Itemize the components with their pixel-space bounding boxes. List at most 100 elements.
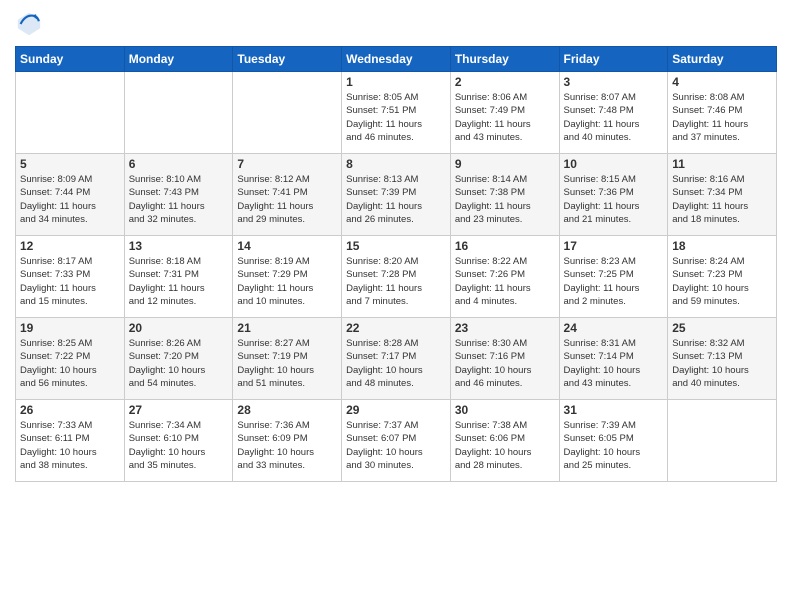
calendar-header-row: SundayMondayTuesdayWednesdayThursdayFrid… <box>16 47 777 72</box>
day-info: Sunrise: 8:23 AM Sunset: 7:25 PM Dayligh… <box>564 255 664 308</box>
day-number: 19 <box>20 321 120 335</box>
day-info: Sunrise: 8:05 AM Sunset: 7:51 PM Dayligh… <box>346 91 446 144</box>
day-info: Sunrise: 7:36 AM Sunset: 6:09 PM Dayligh… <box>237 419 337 472</box>
calendar-week-row: 12Sunrise: 8:17 AM Sunset: 7:33 PM Dayli… <box>16 236 777 318</box>
day-number: 29 <box>346 403 446 417</box>
day-info: Sunrise: 8:12 AM Sunset: 7:41 PM Dayligh… <box>237 173 337 226</box>
day-info: Sunrise: 7:33 AM Sunset: 6:11 PM Dayligh… <box>20 419 120 472</box>
day-info: Sunrise: 8:15 AM Sunset: 7:36 PM Dayligh… <box>564 173 664 226</box>
day-number: 10 <box>564 157 664 171</box>
calendar-cell: 31 Sunrise: 7:39 AM Sunset: 6:05 PM Dayli… <box>559 400 668 482</box>
header <box>15 10 777 38</box>
day-info: Sunrise: 8:24 AM Sunset: 7:23 PM Dayligh… <box>672 255 772 308</box>
day-number: 31 <box>564 403 664 417</box>
calendar-cell: 19 Sunrise: 8:25 AM Sunset: 7:22 PM Dayli… <box>16 318 125 400</box>
day-info: Sunrise: 8:07 AM Sunset: 7:48 PM Dayligh… <box>564 91 664 144</box>
day-info: Sunrise: 8:06 AM Sunset: 7:49 PM Dayligh… <box>455 91 555 144</box>
calendar-cell: 6 Sunrise: 8:10 AM Sunset: 7:43 PM Daylig… <box>124 154 233 236</box>
calendar-cell: 23 Sunrise: 8:30 AM Sunset: 7:16 PM Dayli… <box>450 318 559 400</box>
day-number: 7 <box>237 157 337 171</box>
day-info: Sunrise: 8:28 AM Sunset: 7:17 PM Dayligh… <box>346 337 446 390</box>
calendar-cell: 4 Sunrise: 8:08 AM Sunset: 7:46 PM Daylig… <box>668 72 777 154</box>
calendar-cell: 2 Sunrise: 8:06 AM Sunset: 7:49 PM Daylig… <box>450 72 559 154</box>
calendar-cell: 26 Sunrise: 7:33 AM Sunset: 6:11 PM Dayli… <box>16 400 125 482</box>
day-number: 25 <box>672 321 772 335</box>
calendar-cell: 24Sunrise: 8:31 AM Sunset: 7:14 PM Dayli… <box>559 318 668 400</box>
day-number: 6 <box>129 157 229 171</box>
day-info: Sunrise: 8:22 AM Sunset: 7:26 PM Dayligh… <box>455 255 555 308</box>
calendar-cell: 16 Sunrise: 8:22 AM Sunset: 7:26 PM Dayli… <box>450 236 559 318</box>
calendar-cell: 12Sunrise: 8:17 AM Sunset: 7:33 PM Dayli… <box>16 236 125 318</box>
day-number: 15 <box>346 239 446 253</box>
day-info: Sunrise: 8:14 AM Sunset: 7:38 PM Dayligh… <box>455 173 555 226</box>
calendar-cell: 25 Sunrise: 8:32 AM Sunset: 7:13 PM Dayli… <box>668 318 777 400</box>
day-info: Sunrise: 8:20 AM Sunset: 7:28 PM Dayligh… <box>346 255 446 308</box>
day-info: Sunrise: 7:37 AM Sunset: 6:07 PM Dayligh… <box>346 419 446 472</box>
calendar-cell: 8 Sunrise: 8:13 AM Sunset: 7:39 PM Daylig… <box>342 154 451 236</box>
day-info: Sunrise: 8:26 AM Sunset: 7:20 PM Dayligh… <box>129 337 229 390</box>
page: SundayMondayTuesdayWednesdayThursdayFrid… <box>0 0 792 612</box>
day-number: 18 <box>672 239 772 253</box>
calendar-day-header: Saturday <box>668 47 777 72</box>
day-info: Sunrise: 8:30 AM Sunset: 7:16 PM Dayligh… <box>455 337 555 390</box>
calendar-cell: 1 Sunrise: 8:05 AM Sunset: 7:51 PM Daylig… <box>342 72 451 154</box>
calendar-day-header: Sunday <box>16 47 125 72</box>
day-number: 14 <box>237 239 337 253</box>
day-number: 26 <box>20 403 120 417</box>
calendar-cell: 3 Sunrise: 8:07 AM Sunset: 7:48 PM Daylig… <box>559 72 668 154</box>
calendar-day-header: Thursday <box>450 47 559 72</box>
calendar-cell: 11 Sunrise: 8:16 AM Sunset: 7:34 PM Dayli… <box>668 154 777 236</box>
calendar-cell: 9 Sunrise: 8:14 AM Sunset: 7:38 PM Daylig… <box>450 154 559 236</box>
day-number: 5 <box>20 157 120 171</box>
day-number: 4 <box>672 75 772 89</box>
day-number: 9 <box>455 157 555 171</box>
calendar-cell: 10 Sunrise: 8:15 AM Sunset: 7:36 PM Dayli… <box>559 154 668 236</box>
logo-icon <box>15 10 43 38</box>
day-number: 3 <box>564 75 664 89</box>
day-number: 1 <box>346 75 446 89</box>
day-number: 8 <box>346 157 446 171</box>
calendar-cell: 20Sunrise: 8:26 AM Sunset: 7:20 PM Dayli… <box>124 318 233 400</box>
day-info: Sunrise: 7:39 AM Sunset: 6:05 PM Dayligh… <box>564 419 664 472</box>
day-number: 11 <box>672 157 772 171</box>
calendar-cell <box>668 400 777 482</box>
day-info: Sunrise: 8:25 AM Sunset: 7:22 PM Dayligh… <box>20 337 120 390</box>
calendar-cell: 13Sunrise: 8:18 AM Sunset: 7:31 PM Dayli… <box>124 236 233 318</box>
day-info: Sunrise: 8:10 AM Sunset: 7:43 PM Dayligh… <box>129 173 229 226</box>
calendar-week-row: 1 Sunrise: 8:05 AM Sunset: 7:51 PM Daylig… <box>16 72 777 154</box>
calendar-cell <box>16 72 125 154</box>
day-number: 22 <box>346 321 446 335</box>
calendar-cell: 22 Sunrise: 8:28 AM Sunset: 7:17 PM Dayli… <box>342 318 451 400</box>
calendar-week-row: 19 Sunrise: 8:25 AM Sunset: 7:22 PM Dayli… <box>16 318 777 400</box>
day-info: Sunrise: 8:32 AM Sunset: 7:13 PM Dayligh… <box>672 337 772 390</box>
calendar-day-header: Monday <box>124 47 233 72</box>
day-number: 12 <box>20 239 120 253</box>
calendar-week-row: 5 Sunrise: 8:09 AM Sunset: 7:44 PM Daylig… <box>16 154 777 236</box>
calendar-cell: 30 Sunrise: 7:38 AM Sunset: 6:06 PM Dayli… <box>450 400 559 482</box>
day-number: 30 <box>455 403 555 417</box>
calendar-cell: 18 Sunrise: 8:24 AM Sunset: 7:23 PM Dayli… <box>668 236 777 318</box>
calendar-cell: 5 Sunrise: 8:09 AM Sunset: 7:44 PM Daylig… <box>16 154 125 236</box>
calendar-cell <box>124 72 233 154</box>
day-info: Sunrise: 8:08 AM Sunset: 7:46 PM Dayligh… <box>672 91 772 144</box>
day-info: Sunrise: 8:19 AM Sunset: 7:29 PM Dayligh… <box>237 255 337 308</box>
day-info: Sunrise: 7:38 AM Sunset: 6:06 PM Dayligh… <box>455 419 555 472</box>
calendar-day-header: Wednesday <box>342 47 451 72</box>
calendar-day-header: Friday <box>559 47 668 72</box>
calendar-cell: 29 Sunrise: 7:37 AM Sunset: 6:07 PM Dayli… <box>342 400 451 482</box>
day-info: Sunrise: 8:27 AM Sunset: 7:19 PM Dayligh… <box>237 337 337 390</box>
day-number: 23 <box>455 321 555 335</box>
calendar-cell: 7 Sunrise: 8:12 AM Sunset: 7:41 PM Daylig… <box>233 154 342 236</box>
day-info: Sunrise: 8:31 AM Sunset: 7:14 PM Dayligh… <box>564 337 664 390</box>
day-number: 16 <box>455 239 555 253</box>
day-number: 2 <box>455 75 555 89</box>
calendar-cell: 17Sunrise: 8:23 AM Sunset: 7:25 PM Dayli… <box>559 236 668 318</box>
day-info: Sunrise: 8:13 AM Sunset: 7:39 PM Dayligh… <box>346 173 446 226</box>
day-info: Sunrise: 8:16 AM Sunset: 7:34 PM Dayligh… <box>672 173 772 226</box>
day-info: Sunrise: 7:34 AM Sunset: 6:10 PM Dayligh… <box>129 419 229 472</box>
day-info: Sunrise: 8:09 AM Sunset: 7:44 PM Dayligh… <box>20 173 120 226</box>
day-info: Sunrise: 8:18 AM Sunset: 7:31 PM Dayligh… <box>129 255 229 308</box>
day-number: 28 <box>237 403 337 417</box>
calendar-cell: 21Sunrise: 8:27 AM Sunset: 7:19 PM Dayli… <box>233 318 342 400</box>
calendar-day-header: Tuesday <box>233 47 342 72</box>
